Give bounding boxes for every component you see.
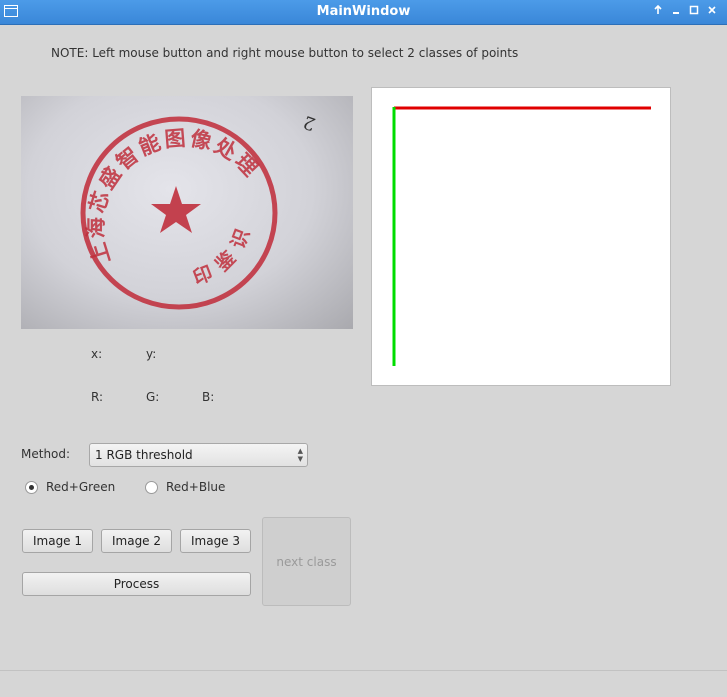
- image1-button[interactable]: Image 1: [22, 529, 93, 553]
- instruction-note: NOTE: Left mouse button and right mouse …: [51, 46, 519, 60]
- method-label: Method:: [21, 447, 71, 461]
- method-selected-value: 1 RGB threshold: [95, 448, 193, 462]
- stamp-bottom-text: 印 鉴 识 别: [21, 96, 254, 289]
- title-bar: MainWindow: [0, 0, 727, 25]
- y-readout-label: y:: [146, 347, 157, 361]
- x-readout-label: x:: [91, 347, 103, 361]
- corner-mark: 2: [300, 111, 318, 135]
- maximize-icon[interactable]: [686, 3, 702, 19]
- b-readout-label: B:: [202, 390, 215, 404]
- radio-red-green[interactable]: [25, 481, 38, 494]
- image3-button[interactable]: Image 3: [180, 529, 251, 553]
- window-title: MainWindow: [316, 4, 411, 19]
- radio-red-blue[interactable]: [145, 481, 158, 494]
- radio-red-green-label[interactable]: Red+Green: [46, 480, 115, 494]
- method-dropdown[interactable]: 1 RGB threshold ▲ ▼: [89, 443, 308, 467]
- r-readout-label: R:: [91, 390, 104, 404]
- axes-graphic: [392, 106, 651, 366]
- g-readout-label: G:: [146, 390, 160, 404]
- stamp-image[interactable]: 上海芯盛智能图像处理 印 鉴 识 别 2: [21, 96, 353, 329]
- radio-red-blue-label[interactable]: Red+Blue: [166, 480, 225, 494]
- svg-text:印 鉴 识 别: 印 鉴 识 别: [21, 96, 256, 289]
- close-icon[interactable]: [704, 3, 720, 19]
- status-bar: [0, 670, 727, 697]
- pin-icon[interactable]: [650, 3, 666, 19]
- stamp-graphic: 上海芯盛智能图像处理 印 鉴 识 别 2: [21, 96, 318, 310]
- image2-button[interactable]: Image 2: [101, 529, 172, 553]
- next-class-button[interactable]: next class: [262, 517, 351, 606]
- spinner-arrows-icon: ▲ ▼: [297, 447, 303, 463]
- minimize-icon[interactable]: [668, 3, 684, 19]
- plot-canvas[interactable]: [371, 87, 671, 386]
- process-button[interactable]: Process: [22, 572, 251, 596]
